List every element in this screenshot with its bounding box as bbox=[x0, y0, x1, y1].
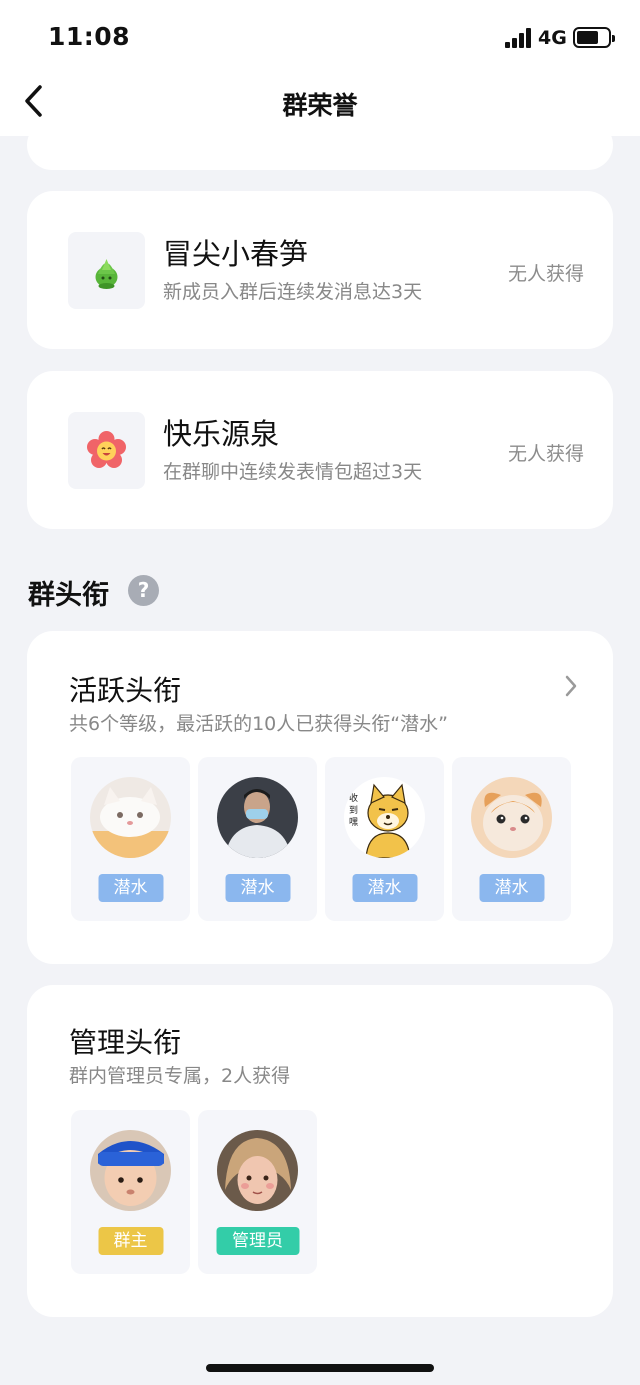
network-type: 4G bbox=[538, 27, 567, 49]
honor-card-bamboo[interactable]: 冒尖小春笋 新成员入群后连续发消息达3天 无人获得 bbox=[27, 191, 613, 349]
section-title-group-titles: 群头衔 bbox=[28, 580, 109, 611]
svg-text:到: 到 bbox=[349, 804, 358, 816]
question-icon[interactable]: ? bbox=[128, 575, 159, 606]
shiba-dog-sticker-avatar: 收 到 嘿 bbox=[344, 777, 425, 858]
white-cat-avatar bbox=[90, 777, 171, 858]
orange-cat-avatar bbox=[471, 777, 552, 858]
status-time: 11:08 bbox=[48, 22, 131, 51]
member-tile[interactable]: 潜水 bbox=[198, 757, 317, 921]
title-badge: 群主 bbox=[98, 1227, 163, 1255]
home-indicator bbox=[206, 1364, 434, 1372]
title-badge: 潜水 bbox=[98, 874, 163, 902]
chevron-right-icon[interactable] bbox=[563, 673, 579, 699]
svg-text:嘿: 嘿 bbox=[349, 817, 358, 828]
active-title-heading: 活跃头衔 bbox=[69, 674, 182, 707]
bamboo-shoot-icon bbox=[68, 232, 145, 309]
member-tile[interactable]: 潜水 bbox=[71, 757, 190, 921]
active-title-card[interactable]: 活跃头衔 共6个等级，最活跃的10人已获得头衔“潜水” 潜水 潜水 收 到 嘿 … bbox=[27, 631, 613, 964]
masked-man-avatar bbox=[217, 777, 298, 858]
group-honor-page: 11:08 4G 群荣誉 冒尖小春笋 新成员入群后连续发消息达3天 无人获得 快… bbox=[0, 0, 640, 1385]
admin-title-subtitle: 群内管理员专属，2人获得 bbox=[69, 1065, 291, 1087]
happy-flower-icon bbox=[68, 412, 145, 489]
admin-title-heading: 管理头衔 bbox=[69, 1026, 182, 1059]
baby-headband-avatar bbox=[90, 1130, 171, 1211]
title-badge: 潜水 bbox=[352, 874, 417, 902]
signal-icon bbox=[505, 28, 533, 48]
svg-text:收: 收 bbox=[349, 792, 358, 804]
honor-status: 无人获得 bbox=[507, 263, 584, 285]
honor-card-happy[interactable]: 快乐源泉 在群聊中连续发表情包超过3天 无人获得 bbox=[27, 371, 613, 529]
title-badge: 潜水 bbox=[225, 874, 290, 902]
honor-name: 冒尖小春笋 bbox=[163, 237, 309, 271]
member-tile[interactable]: 群主 bbox=[71, 1110, 190, 1274]
title-badge: 管理员 bbox=[216, 1227, 299, 1255]
previous-honor-card bbox=[27, 120, 613, 170]
admin-title-card[interactable]: 管理头衔 群内管理员专属，2人获得 群主 管理员 bbox=[27, 985, 613, 1317]
title-badge: 潜水 bbox=[479, 874, 544, 902]
active-title-subtitle: 共6个等级，最活跃的10人已获得头衔“潜水” bbox=[69, 713, 448, 735]
member-tile[interactable]: 收 到 嘿 潜水 bbox=[325, 757, 444, 921]
page-title: 群荣誉 bbox=[282, 91, 358, 120]
honor-description: 新成员入群后连续发消息达3天 bbox=[163, 281, 423, 303]
top-bar: 11:08 4G 群荣誉 bbox=[0, 0, 640, 136]
member-tile[interactable]: 潜水 bbox=[452, 757, 571, 921]
honor-name: 快乐源泉 bbox=[163, 417, 280, 451]
honor-description: 在群聊中连续发表情包超过3天 bbox=[163, 461, 423, 483]
child-photo-avatar bbox=[217, 1130, 298, 1211]
battery-icon bbox=[573, 27, 615, 48]
member-tile[interactable]: 管理员 bbox=[198, 1110, 317, 1274]
honor-status: 无人获得 bbox=[507, 443, 584, 465]
